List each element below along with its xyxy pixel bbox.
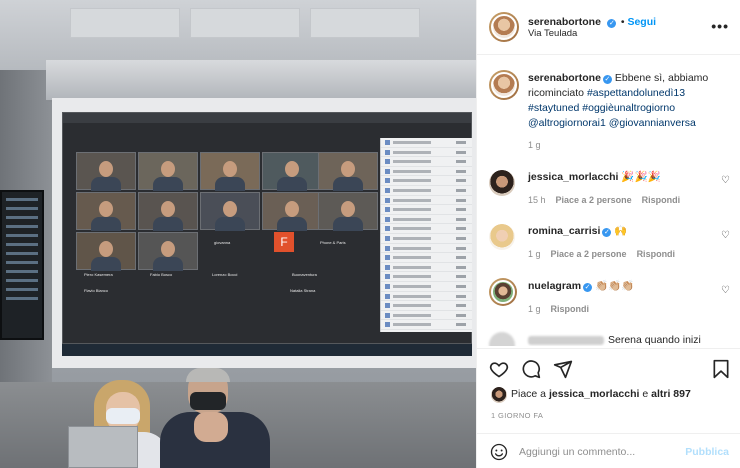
tile-label: Buonaventura	[292, 272, 317, 277]
video-tile	[262, 192, 322, 231]
laptop	[68, 426, 138, 468]
video-tile	[138, 192, 198, 231]
comment-input[interactable]	[519, 443, 679, 461]
author-username[interactable]: serenabortone	[528, 16, 601, 28]
post-side-panel: serenabortone ✓ • Segui Via Teulada ••• …	[476, 0, 740, 468]
publish-button[interactable]: Pubblica	[685, 446, 729, 458]
comment-body: Serena quando inizi	[608, 334, 701, 346]
tile-label: Flavio Bianco	[84, 288, 109, 293]
reply-button[interactable]: Rispondi	[642, 195, 681, 205]
location-link[interactable]: Via Teulada	[528, 28, 577, 39]
video-call-titlebar	[63, 113, 471, 123]
blurred-username	[528, 336, 604, 345]
comment-text: romina_carrisi ✓ 🙌	[528, 224, 728, 239]
participant-initial-avatar: F	[274, 232, 294, 252]
video-tile	[262, 152, 322, 191]
bookmark-icon[interactable]	[711, 359, 731, 379]
comment-time[interactable]: 1 g	[528, 304, 541, 314]
post-photo[interactable]: F giovanna Phone & Paris Piero Kasemera …	[0, 0, 476, 468]
comment-username[interactable]: romina_carrisi	[528, 225, 600, 237]
verified-icon: ✓	[602, 228, 612, 237]
post-time-ago[interactable]: 1 GIORNO FA	[491, 411, 543, 420]
comment-avatar[interactable]	[489, 278, 517, 306]
video-tile	[138, 152, 198, 191]
comment-username[interactable]: jessica_morlacchi	[528, 171, 618, 183]
caption-text: serenabortone ✓ Ebbene sì, abbiamo ricomi…	[528, 71, 728, 131]
ceiling-tile	[190, 8, 300, 38]
tile-label: Phone & Paris	[320, 240, 346, 245]
reply-button[interactable]: Rispondi	[551, 304, 590, 314]
comment-avatar[interactable]	[489, 170, 515, 196]
likes-others[interactable]: altri 897	[651, 388, 691, 400]
emoji-icon[interactable]	[490, 443, 508, 461]
add-comment-bar: Pubblica	[477, 433, 740, 468]
comment-avatar[interactable]	[489, 332, 515, 346]
verified-icon: ✓	[607, 19, 617, 28]
tile-label: giovanna	[214, 240, 231, 245]
comment-username[interactable]: nuelagram	[528, 280, 581, 292]
likes-summary: Piace a jessica_morlacchi e altri 897	[511, 388, 691, 400]
comment-time[interactable]: 15 h	[528, 195, 546, 205]
video-tile	[318, 152, 378, 191]
comment-avatar[interactable]	[489, 224, 515, 250]
reply-button[interactable]: Rispondi	[637, 249, 676, 259]
caption-time[interactable]: 1 g	[528, 140, 541, 150]
likes-avatar[interactable]	[491, 387, 507, 403]
comment-body: 👏🏼👏🏼👏🏼	[595, 280, 635, 292]
participants-panel	[380, 138, 472, 332]
comment-meta: 1 g Rispondi	[528, 304, 589, 314]
likes-prefix: Piace a	[511, 388, 549, 400]
video-tile	[138, 232, 198, 271]
comments-list[interactable]: serenabortone ✓ Ebbene sì, abbiamo ricomi…	[477, 56, 740, 346]
verified-icon: ✓	[602, 75, 612, 84]
comment-meta: 1 g Piace a 2 persone Rispondi	[528, 249, 675, 259]
likes-middle: e	[639, 388, 652, 400]
ceiling-tile	[70, 8, 180, 38]
comment-body: 🎉🎉🎉	[621, 171, 661, 183]
like-comment-heart-icon[interactable]: ♡	[721, 231, 731, 241]
follow-button[interactable]: Segui	[627, 16, 656, 28]
video-tile	[76, 232, 136, 271]
projector-screen-housing	[46, 60, 476, 102]
video-tile	[200, 192, 260, 231]
os-taskbar	[62, 344, 472, 356]
video-tile	[76, 152, 136, 191]
video-tile	[318, 192, 378, 231]
comment-likes[interactable]: Piace a 2 persone	[556, 195, 632, 205]
caption-avatar[interactable]	[489, 70, 519, 100]
tile-label: Fabio Bosco	[150, 272, 173, 277]
comment-likes[interactable]: Piace a 2 persone	[551, 249, 627, 259]
video-tile	[76, 192, 136, 231]
likes-user[interactable]: jessica_morlacchi	[549, 388, 639, 400]
tile-label: Lorenzo Bocci	[212, 272, 238, 277]
post-actions: Piace a jessica_morlacchi e altri 897 1 …	[477, 348, 740, 468]
comment-text: jessica_morlacchi 🎉🎉🎉	[528, 170, 728, 185]
tile-label: Piero Kasemera	[84, 272, 113, 277]
comment-text: nuelagram ✓ 👏🏼👏🏼👏🏼	[528, 279, 728, 294]
presenter-man	[160, 368, 280, 468]
comment-time[interactable]: 1 g	[528, 249, 541, 259]
video-tile	[200, 152, 260, 191]
comment-meta: 15 h Piace a 2 persone Rispondi	[528, 195, 680, 205]
author-avatar[interactable]	[489, 12, 519, 42]
caption-username[interactable]: serenabortone	[528, 72, 601, 84]
wall-monitor	[0, 190, 44, 340]
like-comment-heart-icon[interactable]: ♡	[721, 286, 731, 296]
like-comment-heart-icon[interactable]: ♡	[721, 176, 731, 186]
heart-icon[interactable]	[489, 359, 509, 379]
share-icon[interactable]	[553, 359, 573, 379]
comment-icon[interactable]	[521, 359, 541, 379]
more-icon[interactable]: •••	[711, 18, 729, 34]
verified-icon: ✓	[583, 283, 593, 292]
caption-mentions[interactable]: @altrogiornorai1 @giovannianversa	[528, 117, 696, 129]
comment-body: 🙌	[614, 225, 628, 237]
post-header: serenabortone ✓ • Segui Via Teulada •••	[477, 0, 740, 55]
ceiling-tile	[310, 8, 420, 38]
tile-label: Natalia Strana	[290, 288, 316, 293]
